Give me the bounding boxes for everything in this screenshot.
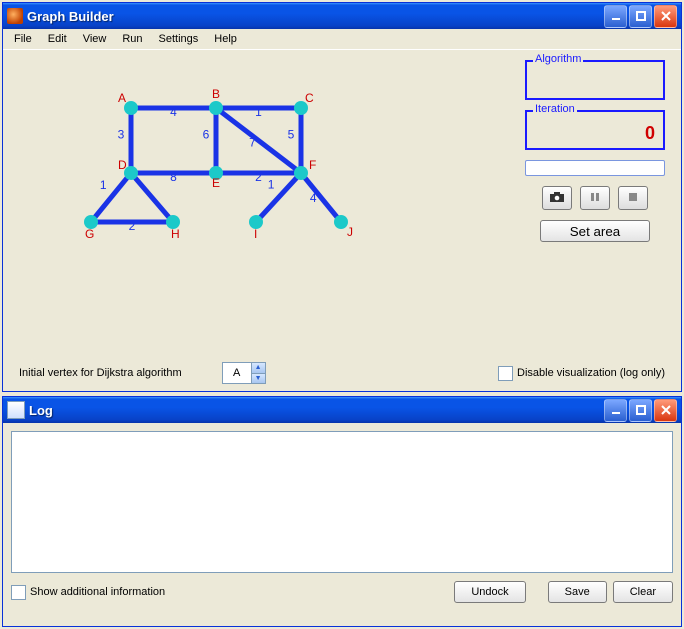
menu-view[interactable]: View [76, 31, 114, 47]
node-label: E [212, 176, 220, 190]
edge[interactable] [256, 173, 301, 222]
menu-help[interactable]: Help [207, 31, 244, 47]
app-icon [7, 8, 23, 24]
edge-weight: 7 [249, 135, 256, 149]
right-panel: Algorithm Iteration 0 Set area [525, 60, 665, 242]
menu-run[interactable]: Run [115, 31, 149, 47]
clear-button[interactable]: Clear [613, 581, 673, 603]
menu-edit[interactable]: Edit [41, 31, 74, 47]
set-area-button[interactable]: Set area [540, 220, 650, 242]
undock-button[interactable]: Undock [454, 581, 525, 603]
document-icon [7, 401, 25, 419]
edge-weight: 2 [255, 170, 262, 184]
node-label: G [85, 227, 94, 241]
initial-vertex-input[interactable] [223, 363, 251, 383]
initial-vertex-label: Initial vertex for Dijkstra algorithm [19, 367, 182, 379]
checkbox-icon [498, 366, 513, 381]
spinner-up-icon[interactable]: ▲ [251, 363, 265, 374]
disable-visualization-checkbox[interactable]: Disable visualization (log only) [498, 366, 665, 381]
show-additional-checkbox[interactable]: Show additional information [11, 585, 165, 600]
main-titlebar[interactable]: Graph Builder [3, 3, 681, 29]
menu-file[interactable]: File [7, 31, 39, 47]
edge[interactable] [301, 173, 341, 222]
node-F[interactable] [294, 166, 308, 180]
main-title: Graph Builder [27, 9, 604, 24]
log-textarea[interactable] [11, 431, 673, 573]
edge-weight: 5 [288, 128, 295, 142]
edge-weight: 1 [100, 178, 107, 192]
node-B[interactable] [209, 101, 223, 115]
edge-weight: 8 [170, 170, 177, 184]
snapshot-button[interactable] [542, 186, 572, 210]
log-window: Log Show additional information Undock S… [2, 396, 682, 627]
node-label: B [212, 87, 220, 101]
disable-visualization-label: Disable visualization (log only) [517, 367, 665, 379]
stop-icon [628, 192, 638, 205]
node-J[interactable] [334, 215, 348, 229]
algorithm-box: Algorithm [525, 60, 665, 100]
menu-settings[interactable]: Settings [152, 31, 206, 47]
log-maximize-button[interactable] [629, 399, 652, 422]
progress-bar [525, 160, 665, 176]
close-button[interactable] [654, 5, 677, 28]
edge-weight: 1 [255, 105, 262, 119]
spinner-down-icon[interactable]: ▼ [251, 374, 265, 384]
node-label: I [254, 227, 257, 241]
pause-button[interactable] [580, 186, 610, 210]
node-A[interactable] [124, 101, 138, 115]
checkbox-icon [11, 585, 26, 600]
maximize-button[interactable] [629, 5, 652, 28]
edge-weight: 4 [310, 191, 317, 205]
minimize-button[interactable] [604, 5, 627, 28]
iteration-value: 0 [645, 123, 655, 144]
save-button[interactable]: Save [548, 581, 607, 603]
iteration-legend: Iteration [533, 103, 577, 115]
graph-canvas[interactable]: 413675821214ABCDEFGHIJ [11, 60, 411, 350]
node-label: F [309, 158, 316, 172]
show-additional-label: Show additional information [30, 586, 165, 598]
node-label: D [118, 158, 127, 172]
edge-weight: 3 [118, 128, 125, 142]
edge-weight: 1 [268, 178, 275, 192]
log-titlebar[interactable]: Log [3, 397, 681, 423]
node-label: C [305, 91, 314, 105]
iteration-box: Iteration 0 [525, 110, 665, 150]
pause-icon [590, 192, 600, 205]
log-minimize-button[interactable] [604, 399, 627, 422]
camera-icon [549, 191, 565, 206]
initial-vertex-spinner[interactable]: ▲▼ [222, 362, 266, 384]
algorithm-legend: Algorithm [533, 53, 583, 65]
node-label: H [171, 227, 180, 241]
node-label: J [347, 225, 353, 239]
log-close-button[interactable] [654, 399, 677, 422]
edge-weight: 4 [170, 105, 177, 119]
node-label: A [118, 91, 126, 105]
main-window: Graph Builder FileEditViewRunSettingsHel… [2, 2, 682, 392]
edge[interactable] [131, 173, 173, 222]
log-title: Log [29, 403, 604, 418]
edge-weight: 6 [203, 128, 210, 142]
edge-weight: 2 [129, 219, 136, 233]
edge[interactable] [91, 173, 131, 222]
menubar: FileEditViewRunSettingsHelp [3, 29, 681, 50]
stop-button[interactable] [618, 186, 648, 210]
